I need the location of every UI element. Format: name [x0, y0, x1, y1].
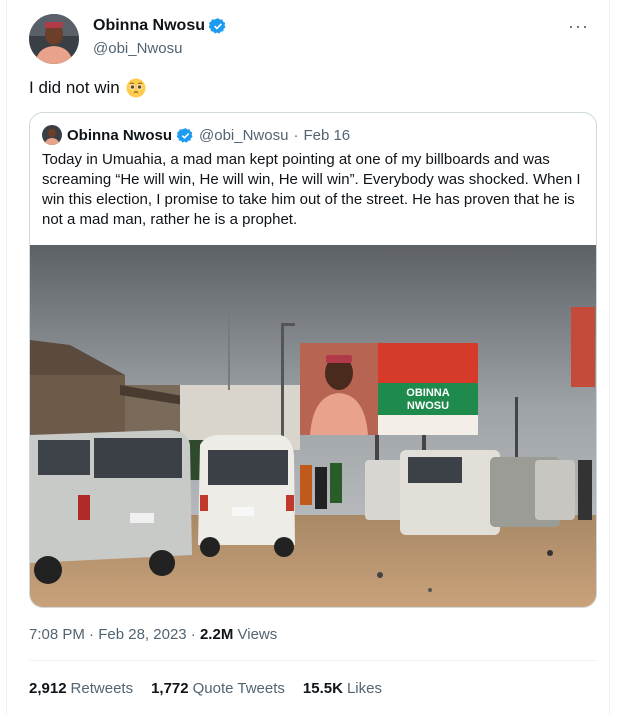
- quoted-tweet-image[interactable]: OBINNA NWOSU: [30, 245, 596, 608]
- more-options-icon[interactable]: ···: [568, 16, 589, 37]
- views-count: 2.2M: [199, 626, 234, 643]
- likes-stat[interactable]: 15.5K Likes: [303, 680, 382, 697]
- tweet-timestamp: 7:08 PM · Feb 28, 2023 · 2.2M Views: [29, 626, 277, 643]
- quoted-tweet[interactable]: Obinna Nwosu @obi_Nwosu · Feb 16 Today i…: [29, 112, 597, 608]
- retweets-count: 2,912: [29, 680, 67, 697]
- quoted-separator: ·: [293, 126, 299, 144]
- timestamp-separator: ·: [89, 626, 95, 643]
- retweets-stat[interactable]: 2,912 Retweets: [29, 680, 133, 697]
- quotes-count: 1,772: [151, 680, 189, 697]
- pleading-face-emoji-icon: [126, 78, 146, 98]
- tweet-time[interactable]: 7:08 PM: [29, 626, 85, 643]
- verified-badge-icon: [209, 18, 226, 34]
- tweet-text-content: I did not win: [29, 78, 120, 97]
- quoted-date: Feb 16: [303, 126, 351, 144]
- engagement-stats: 2,912 Retweets 1,772 Quote Tweets 15.5K Lik…: [29, 680, 382, 697]
- divider: [29, 660, 597, 661]
- billboard-line2: NWOSU: [407, 400, 449, 412]
- tweet-text: I did not win: [29, 78, 146, 98]
- tweet-date[interactable]: Feb 28, 2023: [98, 626, 186, 643]
- quoted-tweet-text: Today in Umuahia, a mad man kept pointin…: [42, 151, 581, 228]
- quoted-author-avatar: [42, 125, 62, 145]
- author-handle[interactable]: @obi_Nwosu: [93, 40, 182, 57]
- timestamp-separator-2: ·: [190, 626, 196, 643]
- views-label: Views: [237, 626, 278, 643]
- tweet-card: Obinna Nwosu @obi_Nwosu ··· I did not wi…: [6, 0, 610, 714]
- quoted-author-name: Obinna Nwosu: [67, 126, 172, 144]
- quote-tweets-stat[interactable]: 1,772 Quote Tweets: [151, 680, 285, 697]
- quotes-label: Quote Tweets: [192, 680, 285, 697]
- author-name[interactable]: Obinna Nwosu: [93, 17, 205, 35]
- author-avatar[interactable]: [29, 14, 79, 64]
- quoted-verified-badge-icon: [177, 127, 193, 143]
- likes-label: Likes: [346, 680, 382, 697]
- retweets-label: Retweets: [70, 680, 134, 697]
- likes-count: 15.5K: [302, 680, 343, 697]
- author-name-row: Obinna Nwosu: [93, 17, 227, 35]
- quoted-author-handle: @obi_Nwosu: [199, 126, 289, 144]
- billboard-line1: OBINNA: [406, 387, 449, 399]
- quoted-tweet-header: Obinna Nwosu @obi_Nwosu · Feb 16: [42, 125, 350, 145]
